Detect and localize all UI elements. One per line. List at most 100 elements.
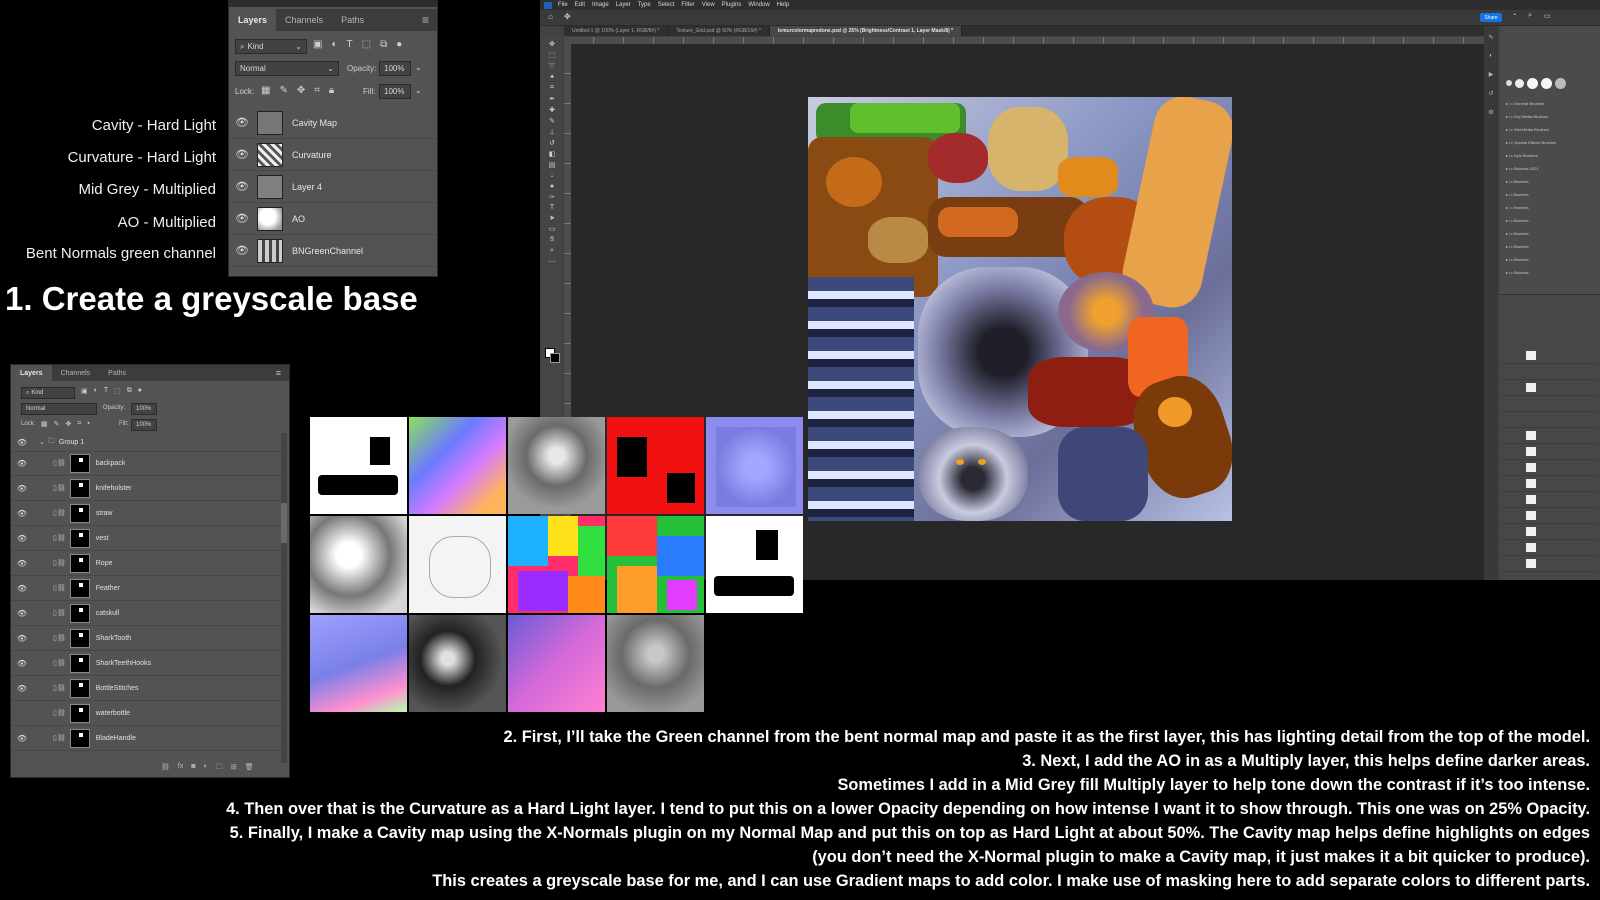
blend-mode-select[interactable]: Normal bbox=[21, 403, 97, 415]
share-button[interactable]: Share bbox=[1480, 13, 1502, 22]
tab-channels[interactable]: Channels bbox=[52, 365, 100, 381]
smart-object-filter-icon[interactable]: ⧉ bbox=[380, 39, 387, 50]
shape-tool-icon[interactable]: ▭ bbox=[549, 225, 556, 233]
smart-object-filter-icon[interactable]: ⧉ bbox=[127, 387, 132, 395]
filter-kind-select[interactable]: ⌕ Kind bbox=[21, 387, 75, 399]
doc-tab-untitled[interactable]: Untitled-1 @ 100% (Layer 1, RGB/8#) * bbox=[564, 26, 669, 36]
hand-tool-icon[interactable]: ✋︎ bbox=[550, 236, 554, 244]
lock-icon[interactable]: 🔒︎ bbox=[329, 85, 334, 96]
history-brush-icon[interactable]: ↺ bbox=[549, 139, 555, 147]
properties-icon[interactable]: ⚙ bbox=[1488, 109, 1493, 116]
eyedropper-icon[interactable]: ✒ bbox=[549, 95, 555, 103]
lock-icon[interactable]: ▪ bbox=[87, 420, 89, 428]
opacity-field[interactable]: 100% bbox=[131, 403, 157, 415]
chevron-down-icon[interactable]: ⌄ bbox=[415, 63, 422, 72]
layer-row[interactable] bbox=[1502, 428, 1598, 444]
shape-filter-icon[interactable]: ⬚ bbox=[362, 39, 371, 50]
eye-icon[interactable]: 👁︎ bbox=[11, 584, 33, 593]
filter-toggle-icon[interactable]: ● bbox=[396, 39, 402, 50]
type-tool-icon[interactable]: T bbox=[550, 204, 554, 211]
lock-artboard-icon[interactable]: ⌗ bbox=[314, 85, 320, 96]
eye-icon[interactable]: 👁︎ bbox=[229, 244, 255, 257]
tab-layers[interactable]: Layers bbox=[229, 9, 277, 31]
layer-row[interactable]: 👁︎ ▯⛓ backpack bbox=[11, 451, 283, 476]
layer-row[interactable]: 👁︎ ▯⛓ SharkTooth bbox=[11, 626, 283, 651]
layer-row[interactable]: 👁︎ ▯⛓ SharkTeethHooks bbox=[11, 651, 283, 676]
stamp-tool-icon[interactable]: ⊥ bbox=[549, 128, 555, 136]
blend-mode-select[interactable]: Normal ⌄ bbox=[235, 61, 339, 76]
layer-row[interactable] bbox=[1502, 540, 1598, 556]
lasso-tool-icon[interactable]: ➰ bbox=[548, 62, 557, 70]
menu-image[interactable]: Image bbox=[592, 2, 609, 8]
type-filter-icon[interactable]: T bbox=[347, 39, 353, 50]
adjustment-filter-icon[interactable]: ◐ bbox=[94, 387, 98, 395]
eye-icon[interactable]: 👁︎ bbox=[11, 534, 33, 543]
layer-row[interactable] bbox=[1502, 444, 1598, 460]
fill-field[interactable]: 100% bbox=[131, 419, 157, 431]
doc-tab-lemur[interactable]: lemurcolormapredone.psd @ 25% (Brightnes… bbox=[769, 26, 963, 36]
lock-brush-icon[interactable]: ✎ bbox=[54, 420, 60, 428]
panel-menu-icon[interactable]: ≡ bbox=[276, 365, 289, 381]
layer-row[interactable] bbox=[1502, 492, 1598, 508]
crop-tool-icon[interactable]: ⌗ bbox=[550, 84, 554, 92]
layer-row[interactable]: 👁︎ AO bbox=[229, 203, 437, 235]
eye-icon[interactable]: 👁︎ bbox=[11, 609, 33, 618]
eraser-tool-icon[interactable]: ◧ bbox=[549, 150, 556, 158]
bell-icon[interactable]: ◔ bbox=[1512, 12, 1516, 19]
more-tools-icon[interactable]: ⋯ bbox=[549, 258, 556, 266]
menu-file[interactable]: File bbox=[558, 2, 568, 8]
chevron-down-icon[interactable]: ⌄ bbox=[415, 86, 422, 95]
eye-icon[interactable]: 👁︎ bbox=[11, 659, 33, 668]
layer-row[interactable]: 👁︎ Cavity Map bbox=[229, 107, 437, 139]
lock-transparent-icon[interactable]: ▦ bbox=[261, 85, 270, 96]
layer-row[interactable] bbox=[1502, 460, 1598, 476]
gradient-tool-icon[interactable]: ▤ bbox=[549, 161, 556, 169]
menu-edit[interactable]: Edit bbox=[575, 2, 585, 8]
eye-icon[interactable]: 👁︎ bbox=[229, 116, 255, 129]
layer-row[interactable]: 👁︎ BNGreenChannel bbox=[229, 235, 437, 267]
play-actions-icon[interactable]: ▶ bbox=[1489, 71, 1494, 78]
move-tool-icon[interactable]: ✥ bbox=[549, 40, 555, 48]
menu-filter[interactable]: Filter bbox=[681, 2, 694, 8]
layer-row[interactable]: 👁︎ Curvature bbox=[229, 139, 437, 171]
lemur-texture-canvas[interactable] bbox=[808, 97, 1232, 521]
layer-row[interactable]: 👁︎ ▯⛓ vest bbox=[11, 526, 283, 551]
fill-field[interactable]: 100% bbox=[379, 84, 411, 99]
layer-row[interactable]: 👁︎ Layer 4 bbox=[229, 171, 437, 203]
scrollbar[interactable] bbox=[281, 433, 287, 763]
menu-layer[interactable]: Layer bbox=[616, 2, 631, 8]
layer-row[interactable] bbox=[1502, 524, 1598, 540]
history-icon[interactable]: ↺ bbox=[1488, 90, 1493, 97]
menu-plugins[interactable]: Plugins bbox=[722, 2, 742, 8]
layer-row[interactable] bbox=[1502, 380, 1598, 396]
filter-toggle-icon[interactable]: ● bbox=[138, 387, 142, 395]
layer-row[interactable]: 👁︎ ▯⛓ BottleStitches bbox=[11, 676, 283, 701]
zoom-tool-icon[interactable]: ⌕ bbox=[550, 247, 554, 255]
background-color-swatch[interactable] bbox=[550, 353, 560, 363]
eye-icon[interactable]: 👁︎ bbox=[229, 212, 255, 225]
magic-wand-icon[interactable]: ✦ bbox=[549, 73, 555, 81]
eye-icon[interactable]: 👁︎ bbox=[11, 634, 33, 643]
move-tool-icon[interactable]: ✥ bbox=[564, 12, 571, 21]
group-row[interactable]: 👁︎ ⌄ 🗀︎ Group 1 bbox=[11, 433, 283, 452]
filter-kind-select[interactable]: ⌕ Kind ⌄ bbox=[235, 39, 307, 54]
brush-settings-icon[interactable]: ✎ bbox=[1488, 34, 1493, 41]
menu-select[interactable]: Select bbox=[658, 2, 675, 8]
eye-icon-hidden[interactable]: ▫ bbox=[11, 709, 33, 718]
pixel-filter-icon[interactable]: ▣ bbox=[313, 39, 322, 50]
layer-row[interactable] bbox=[1502, 396, 1598, 412]
layer-row[interactable] bbox=[1502, 412, 1598, 428]
marquee-tool-icon[interactable]: ⬚ bbox=[549, 51, 556, 59]
layer-row[interactable]: 👁︎ ▯⛓ Feather bbox=[11, 576, 283, 601]
panel-menu-icon[interactable]: ≡ bbox=[422, 9, 437, 31]
type-filter-icon[interactable]: T bbox=[104, 387, 108, 395]
chevron-down-icon[interactable]: ⌄ bbox=[39, 438, 45, 446]
eye-icon[interactable]: 👁︎ bbox=[11, 559, 33, 568]
dodge-tool-icon[interactable]: ● bbox=[550, 183, 554, 190]
menu-type[interactable]: Type bbox=[638, 2, 651, 8]
eye-icon[interactable]: 👁︎ bbox=[11, 484, 33, 493]
menu-window[interactable]: Window bbox=[748, 2, 769, 8]
eye-icon[interactable]: 👁︎ bbox=[229, 180, 255, 193]
layer-row[interactable]: 👁︎ ▯⛓ Rope bbox=[11, 551, 283, 576]
tab-layers[interactable]: Layers bbox=[11, 365, 52, 381]
